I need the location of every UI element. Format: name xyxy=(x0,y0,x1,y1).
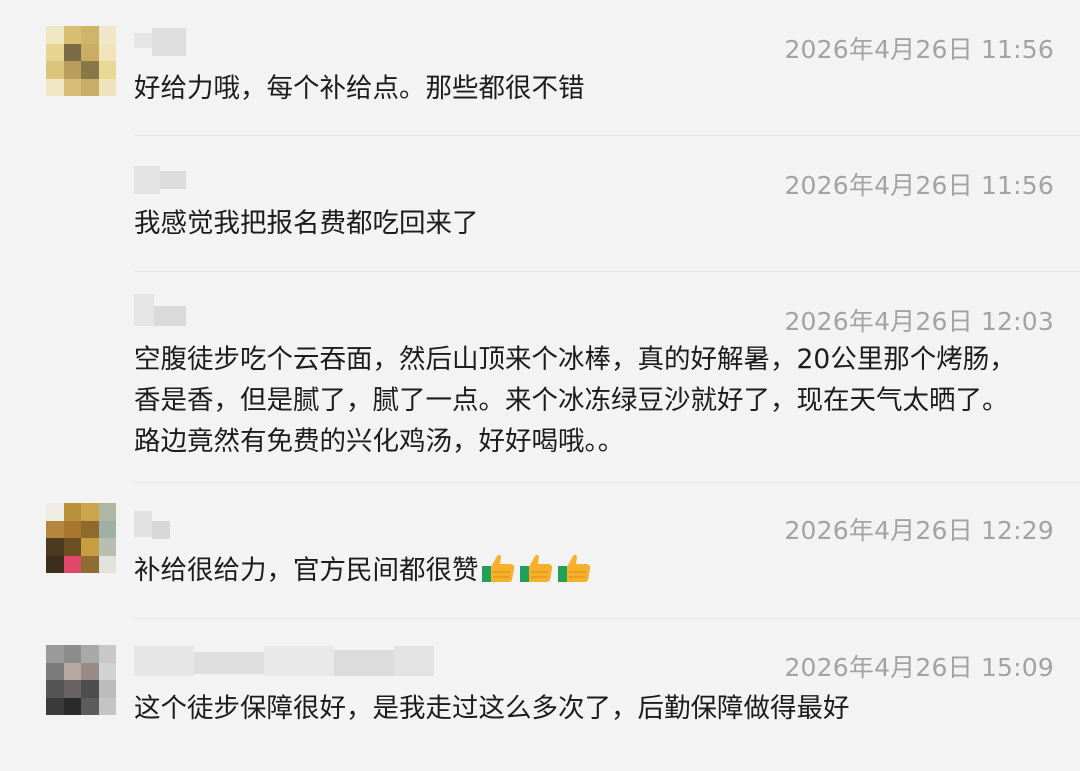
comment-text: 补给很给力，官方民间都很赞 xyxy=(134,550,1040,591)
comment-item: 2026年4月26日 11:56 好给力哦，每个补给点。那些都很不错 xyxy=(0,0,1080,135)
comment-item: 2026年4月26日 12:29 补给很给力，官方民间都很赞 xyxy=(0,483,1080,618)
comment-timestamp: 2026年4月26日 11:56 xyxy=(784,171,1054,200)
comment-timestamp: 2026年4月26日 15:09 xyxy=(784,653,1054,682)
avatar[interactable] xyxy=(46,503,116,573)
avatar[interactable] xyxy=(46,645,116,715)
thumbs-up-emoji xyxy=(519,554,552,582)
user-name-blurred[interactable] xyxy=(134,166,186,196)
comment-text-content: 补给很给力，官方民间都很赞 xyxy=(134,555,479,586)
comment-text-line: 空腹徒步吃个云吞面，然后山顶来个冰棒，真的好解暑，20公里那个烤肠， xyxy=(134,344,1016,375)
thumbs-up-emoji xyxy=(557,554,590,582)
thumbs-up-emoji xyxy=(481,554,514,582)
comment-text: 这个徒步保障很好，是我走过这么多次了，后勤保障做得最好 xyxy=(134,693,850,724)
user-name-blurred[interactable] xyxy=(134,511,170,541)
comment-timestamp: 2026年4月26日 12:29 xyxy=(784,516,1054,545)
comment-text: 空腹徒步吃个云吞面，然后山顶来个冰棒，真的好解暑，20公里那个烤肠， 香是香，但… xyxy=(134,339,1040,462)
comment-item: 2026年4月26日 11:56 我感觉我把报名费都吃回来了 xyxy=(0,136,1080,271)
comment-item: 2026年4月26日 15:09 这个徒步保障很好，是我走过这么多次了，后勤保障… xyxy=(0,619,1080,771)
comment-timestamp: 2026年4月26日 11:56 xyxy=(784,35,1054,64)
comment-timestamp: 2026年4月26日 12:03 xyxy=(784,307,1054,336)
comment-text: 我感觉我把报名费都吃回来了 xyxy=(134,208,479,239)
user-name-blurred[interactable] xyxy=(134,646,434,676)
avatar[interactable] xyxy=(46,26,116,96)
comment-text-line: 路边竟然有免费的兴化鸡汤，好好喝哦。。 xyxy=(134,426,625,457)
user-name-blurred[interactable] xyxy=(134,294,186,326)
comment-text-line: 香是香，但是腻了，腻了一点。来个冰冻绿豆沙就好了，现在天气太晒了。 xyxy=(134,385,1009,416)
comment-item: 2026年4月26日 12:03 空腹徒步吃个云吞面，然后山顶来个冰棒，真的好解… xyxy=(0,272,1080,482)
comment-text: 好给力哦，每个补给点。那些都很不错 xyxy=(134,73,585,104)
user-name-blurred[interactable] xyxy=(134,28,186,58)
